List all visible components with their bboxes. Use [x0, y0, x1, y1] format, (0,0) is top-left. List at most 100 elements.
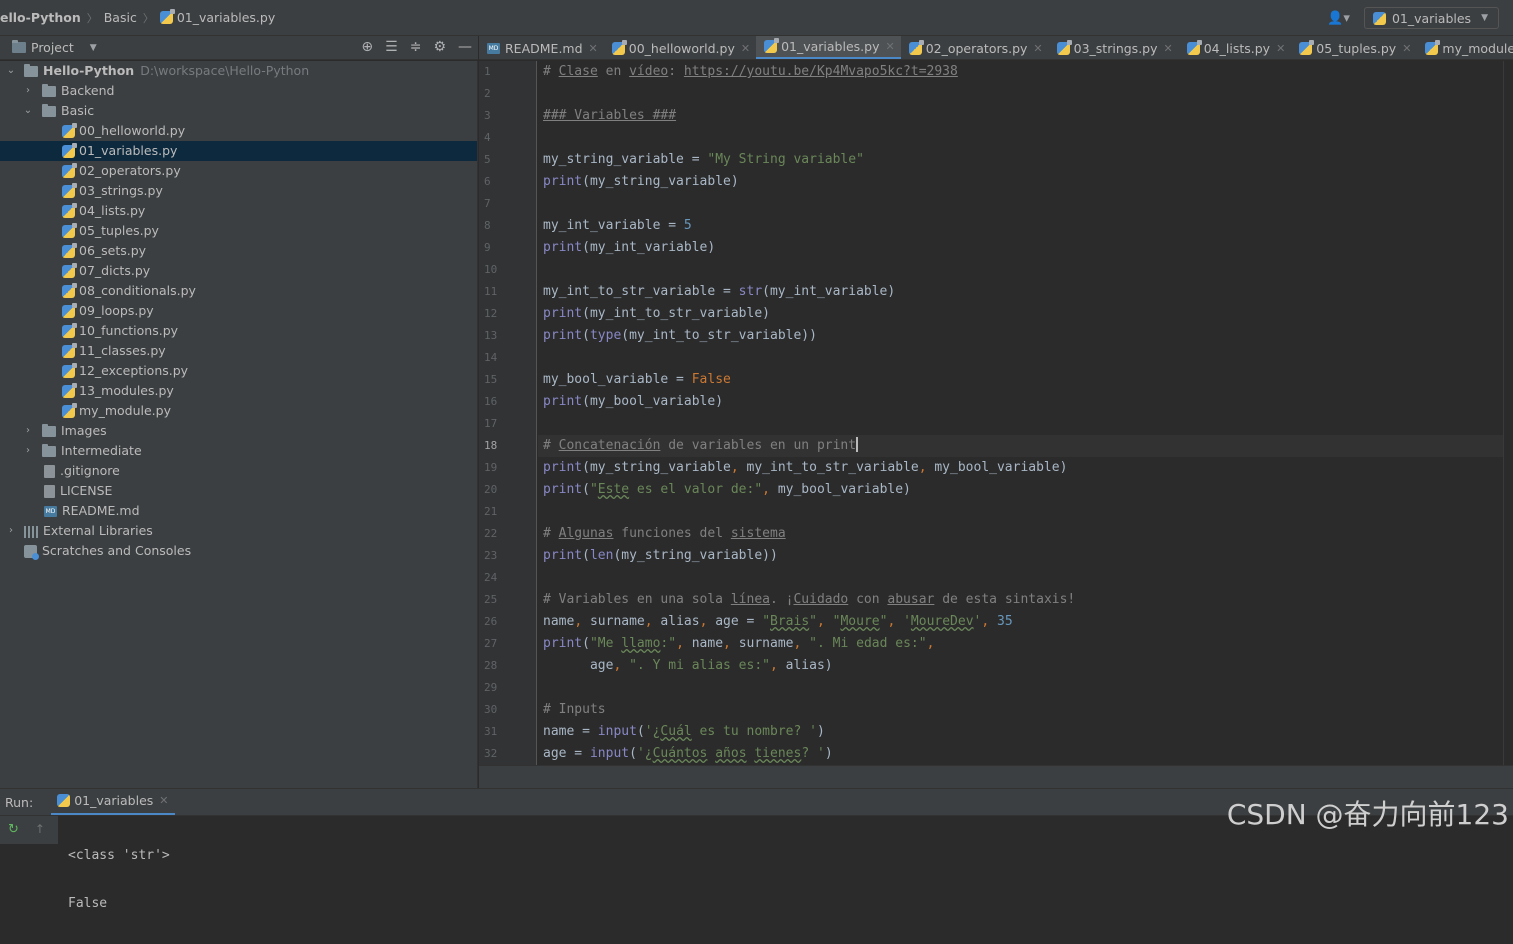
- tree-file-item[interactable]: 11_classes.py: [0, 341, 477, 361]
- tree-file-item[interactable]: 09_loops.py: [0, 301, 477, 321]
- console-output-line: <class 'str'>: [68, 848, 170, 864]
- code-line[interactable]: # Clase en vídeo: https://youtu.be/Kp4Mv…: [538, 61, 1503, 83]
- line-number-gutter[interactable]: 1 2 3 4 5 6 7 8 9 10 11 12 13 14 15 16 1…: [479, 61, 537, 765]
- settings-gear-icon[interactable]: ⚙: [433, 39, 446, 55]
- close-icon[interactable]: ✕: [741, 37, 750, 60]
- tree-file-item[interactable]: 08_conditionals.py: [0, 281, 477, 301]
- close-icon[interactable]: ✕: [1033, 37, 1042, 60]
- tab-03-strings[interactable]: 03_strings.py✕: [1049, 36, 1179, 60]
- code-line[interactable]: print("Me llamo:", name, surname, ". Mi …: [538, 633, 1503, 655]
- code-line[interactable]: [538, 127, 1503, 149]
- code-line[interactable]: print(my_bool_variable): [538, 391, 1503, 413]
- breadcrumb-project[interactable]: ello-Python: [0, 10, 81, 25]
- tab-02-operators[interactable]: 02_operators.py✕: [901, 36, 1049, 60]
- close-icon[interactable]: ✕: [1276, 37, 1285, 60]
- code-line[interactable]: # Inputs: [538, 699, 1503, 721]
- tree-file-item[interactable]: 06_sets.py: [0, 241, 477, 261]
- collapse-all-icon[interactable]: ≑: [410, 39, 422, 55]
- chevron-right-icon[interactable]: ›: [23, 421, 33, 441]
- expand-all-icon[interactable]: ☰: [385, 39, 398, 55]
- code-line[interactable]: age, ". Y mi alias es:", alias): [538, 655, 1503, 677]
- code-editor[interactable]: # Clase en vídeo: https://youtu.be/Kp4Mv…: [538, 61, 1503, 765]
- tab-readme[interactable]: MDREADME.md✕: [479, 36, 604, 60]
- close-icon[interactable]: ✕: [159, 794, 168, 807]
- tree-file-item[interactable]: 00_helloworld.py: [0, 121, 477, 141]
- code-line[interactable]: print(my_int_variable): [538, 237, 1503, 259]
- code-line[interactable]: [538, 567, 1503, 589]
- close-icon[interactable]: ✕: [589, 37, 598, 60]
- line-number: 22: [479, 523, 536, 545]
- chevron-right-icon[interactable]: ›: [23, 441, 33, 461]
- code-line[interactable]: name, surname, alias, age = "Brais", "Mo…: [538, 611, 1503, 633]
- code-line[interactable]: print(my_string_variable): [538, 171, 1503, 193]
- code-line[interactable]: # Algunas funciones del sistema: [538, 523, 1503, 545]
- code-line[interactable]: [538, 83, 1503, 105]
- close-icon[interactable]: ✕: [885, 36, 894, 57]
- code-line[interactable]: age = input('¿Cuántos años tienes? '): [538, 743, 1503, 765]
- locate-file-icon[interactable]: ⊕: [361, 39, 373, 55]
- code-line[interactable]: print(my_int_to_str_variable): [538, 303, 1503, 325]
- tree-file-item[interactable]: 07_dicts.py: [0, 261, 477, 281]
- tree-file-item-selected[interactable]: 01_variables.py: [0, 141, 477, 161]
- tree-item-root[interactable]: ⌄ Hello-PythonD:\workspace\Hello-Python: [0, 61, 477, 81]
- code-line[interactable]: my_int_variable = 5: [538, 215, 1503, 237]
- chevron-down-icon[interactable]: ⌄: [23, 101, 33, 121]
- code-line[interactable]: name = input('¿Cuál es tu nombre? '): [538, 721, 1503, 743]
- code-line[interactable]: [538, 413, 1503, 435]
- tree-file-item[interactable]: 04_lists.py: [0, 201, 477, 221]
- chevron-right-icon[interactable]: ›: [23, 81, 33, 101]
- code-line[interactable]: [538, 347, 1503, 369]
- tree-item-intermediate[interactable]: › Intermediate: [0, 441, 477, 461]
- tree-file-item[interactable]: 13_modules.py: [0, 381, 477, 401]
- breadcrumb-file[interactable]: 01_variables.py: [177, 10, 275, 25]
- tree-file-item[interactable]: 10_functions.py: [0, 321, 477, 341]
- rerun-icon[interactable]: ↻: [8, 822, 19, 844]
- tree-item-scratches[interactable]: Scratches and Consoles: [0, 541, 477, 561]
- user-icon[interactable]: 👤▾: [1327, 11, 1350, 26]
- code-line[interactable]: print(len(my_string_variable)): [538, 545, 1503, 567]
- tree-file-item[interactable]: 02_operators.py: [0, 161, 477, 181]
- tree-file-item[interactable]: 12_exceptions.py: [0, 361, 477, 381]
- tab-04-lists[interactable]: 04_lists.py✕: [1179, 36, 1292, 60]
- tab-my-module[interactable]: my_module.py: [1417, 36, 1513, 60]
- tree-item-backend[interactable]: › Backend: [0, 81, 477, 101]
- code-line[interactable]: [538, 259, 1503, 281]
- project-view-selector[interactable]: Project ▼: [12, 40, 97, 55]
- tab-05-tuples[interactable]: 05_tuples.py✕: [1291, 36, 1417, 60]
- chevron-right-icon[interactable]: ›: [6, 521, 16, 541]
- code-line[interactable]: # Variables en una sola línea. ¡Cuidado …: [538, 589, 1503, 611]
- tree-item-images[interactable]: › Images: [0, 421, 477, 441]
- run-configuration-dropdown[interactable]: 01_variables ▼: [1364, 7, 1499, 29]
- tree-item-basic[interactable]: ⌄ Basic: [0, 101, 477, 121]
- tree-item-license[interactable]: LICENSE: [0, 481, 477, 501]
- horizontal-scrollbar[interactable]: [479, 765, 1513, 788]
- tree-item-external-libraries[interactable]: › External Libraries: [0, 521, 477, 541]
- code-line[interactable]: [538, 677, 1503, 699]
- run-tab[interactable]: 01_variables ✕: [51, 789, 174, 816]
- code-line[interactable]: ### Variables ###: [538, 105, 1503, 127]
- code-line[interactable]: my_int_to_str_variable = str(my_int_vari…: [538, 281, 1503, 303]
- close-icon[interactable]: ✕: [1164, 37, 1173, 60]
- vertical-scrollbar[interactable]: [1503, 61, 1513, 765]
- code-line[interactable]: my_string_variable = "My String variable…: [538, 149, 1503, 171]
- tree-file-item[interactable]: my_module.py: [0, 401, 477, 421]
- tree-file-item[interactable]: 03_strings.py: [0, 181, 477, 201]
- close-icon[interactable]: ✕: [1402, 37, 1411, 60]
- breadcrumb-folder[interactable]: Basic: [104, 10, 137, 25]
- line-number-current: 18: [479, 435, 536, 457]
- code-line[interactable]: [538, 193, 1503, 215]
- tree-file-item[interactable]: 05_tuples.py: [0, 221, 477, 241]
- tree-item-readme[interactable]: MDREADME.md: [0, 501, 477, 521]
- code-line[interactable]: [538, 501, 1503, 523]
- up-arrow-icon[interactable]: ↑: [35, 822, 45, 844]
- tab-01-variables[interactable]: 01_variables.py✕: [756, 36, 901, 60]
- chevron-down-icon[interactable]: ⌄: [6, 61, 16, 81]
- tree-item-gitignore[interactable]: .gitignore: [0, 461, 477, 481]
- code-line[interactable]: print("Este es el valor de:", my_bool_va…: [538, 479, 1503, 501]
- code-line-current[interactable]: # Concatenación de variables en un print: [538, 435, 1503, 457]
- code-line[interactable]: print(my_string_variable, my_int_to_str_…: [538, 457, 1503, 479]
- hide-panel-icon[interactable]: —: [458, 39, 472, 55]
- tab-00-helloworld[interactable]: 00_helloworld.py✕: [604, 36, 756, 60]
- code-line[interactable]: my_bool_variable = False: [538, 369, 1503, 391]
- code-line[interactable]: print(type(my_int_to_str_variable)): [538, 325, 1503, 347]
